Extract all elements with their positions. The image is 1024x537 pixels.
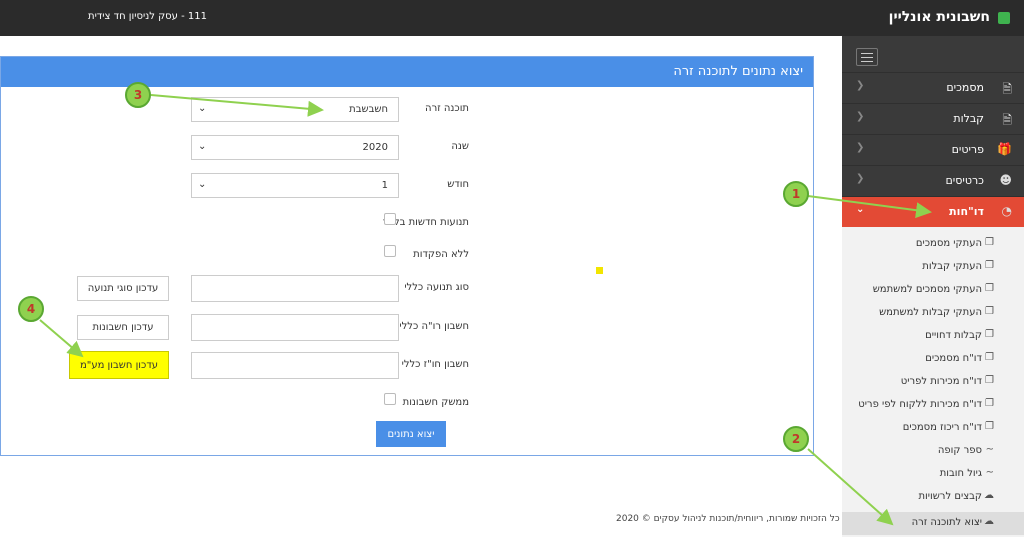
annotation-badge-4: 4 (18, 296, 44, 322)
arrow-2 (807, 448, 894, 526)
arrow-4 (39, 319, 84, 358)
annotation-badge-3: 3 (125, 82, 151, 108)
annotation-badge-2: 2 (783, 426, 809, 452)
annotation-badge-1: 1 (783, 181, 809, 207)
annotation-arrows (39, 94, 932, 526)
arrow-3 (150, 94, 324, 117)
arrow-1 (807, 195, 932, 219)
